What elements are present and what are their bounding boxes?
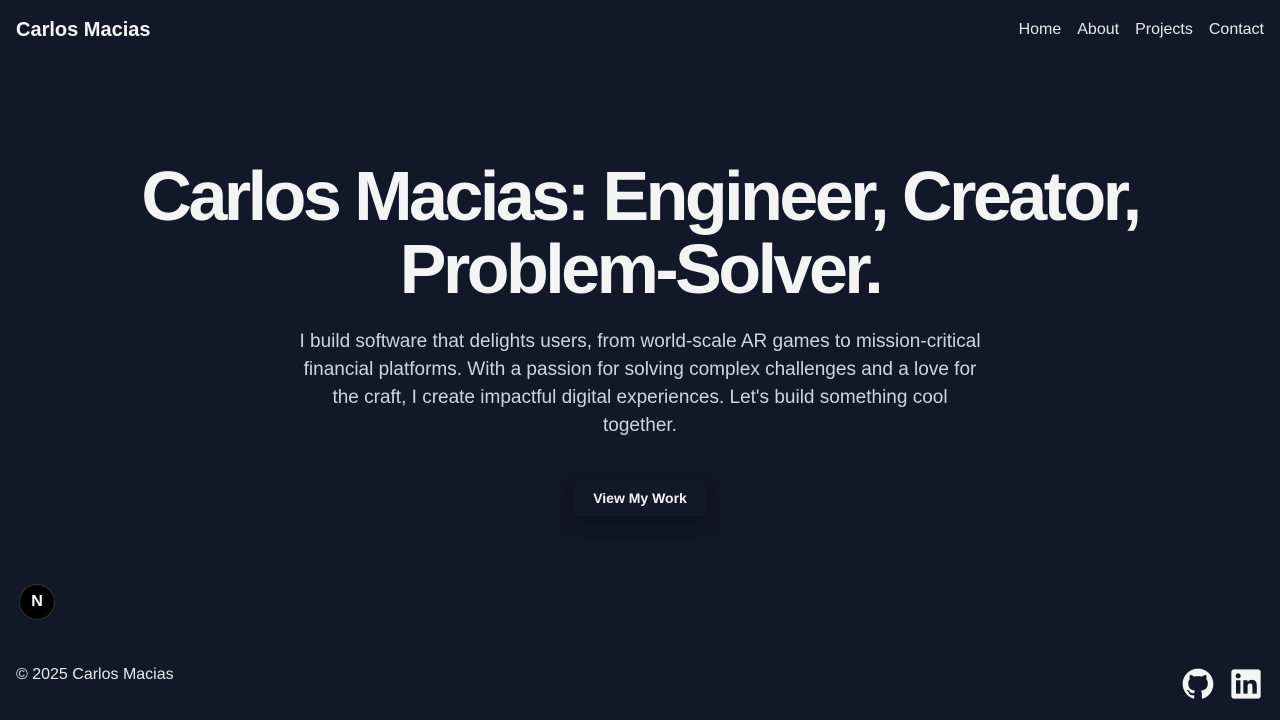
hero-title: Carlos Macias: Engineer, Creator, Proble… bbox=[141, 157, 1142, 308]
social-links bbox=[1182, 668, 1262, 700]
nextjs-dev-badge[interactable]: N bbox=[20, 585, 54, 619]
linkedin-icon[interactable] bbox=[1230, 668, 1262, 700]
hero-description: I build software that delights users, fr… bbox=[299, 331, 981, 436]
page: Carlos Macias Home About Projects Contac… bbox=[0, 0, 1280, 720]
view-my-work-button[interactable]: View My Work bbox=[573, 480, 707, 516]
brand-link[interactable]: Carlos Macias bbox=[16, 19, 151, 42]
github-icon[interactable] bbox=[1182, 668, 1214, 700]
copyright-text: © 2025 Carlos Macias bbox=[16, 666, 174, 683]
nav-home-link[interactable]: Home bbox=[1019, 21, 1062, 39]
nav-contact-link[interactable]: Contact bbox=[1209, 21, 1264, 39]
top-navbar: Carlos Macias Home About Projects Contac… bbox=[0, 0, 1280, 60]
nav-about-link[interactable]: About bbox=[1077, 21, 1119, 39]
footer: © 2025 Carlos Macias bbox=[0, 640, 1280, 720]
main-nav: Home About Projects Contact bbox=[1019, 21, 1264, 39]
nav-projects-link[interactable]: Projects bbox=[1135, 21, 1193, 39]
hero-section: Carlos Macias: Engineer, Creator, Proble… bbox=[0, 160, 1280, 516]
